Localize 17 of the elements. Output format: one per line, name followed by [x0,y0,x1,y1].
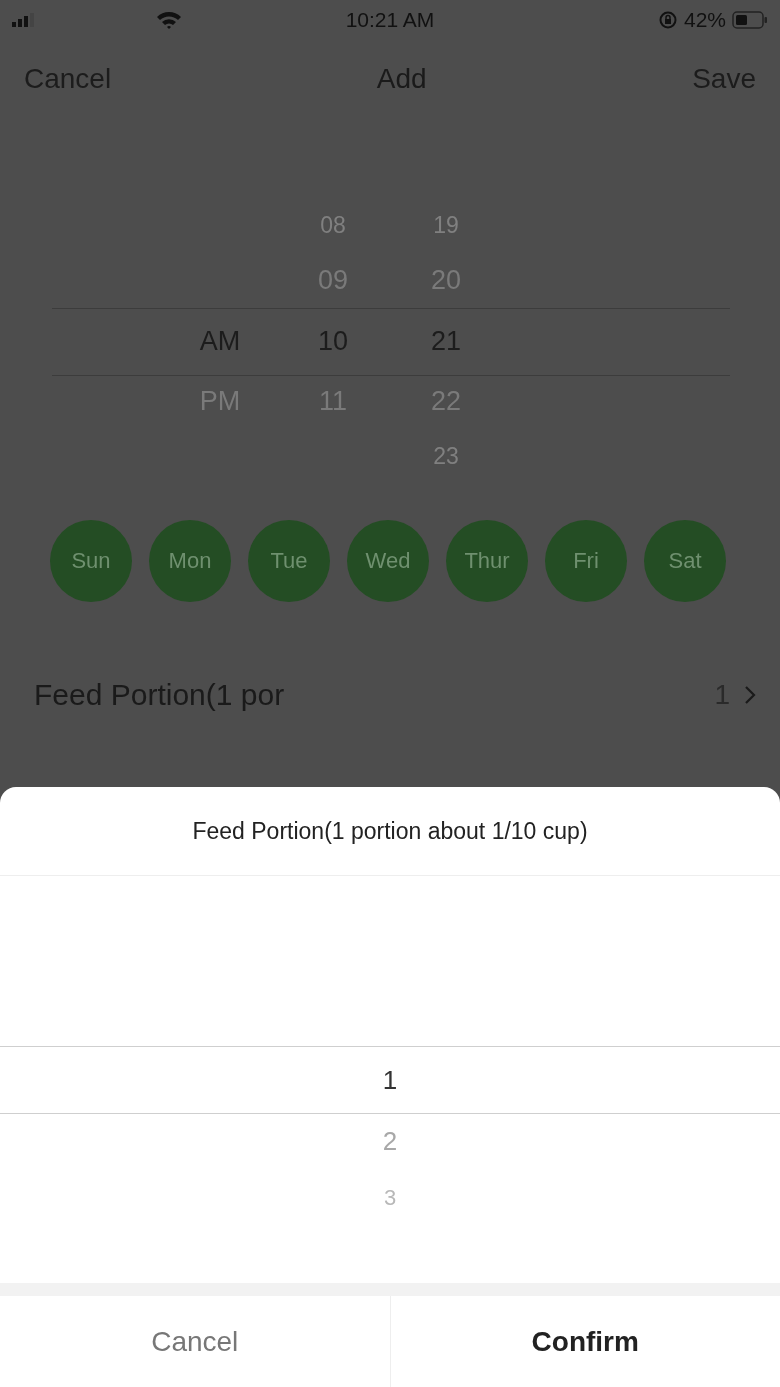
rotation-lock-icon [657,10,678,30]
day-toggle[interactable]: Mon [149,520,231,602]
sheet-title: Feed Portion(1 portion about 1/10 cup) [0,787,780,876]
wifi-icon [156,9,182,29]
day-toggle[interactable]: Wed [347,520,429,602]
day-toggle[interactable]: Tue [248,520,330,602]
status-time: 10:21 AM [345,8,435,32]
portion-option[interactable]: 3 [383,1185,397,1211]
battery-percentage: 42% [683,8,726,32]
day-toggle[interactable]: Sat [644,520,726,602]
portion-option[interactable]: 1 [382,1064,398,1096]
battery-icon [732,11,768,29]
day-toggle[interactable]: Sun [50,520,132,602]
day-toggle[interactable]: Thur [446,520,528,602]
chevron-right-icon [744,685,756,705]
day-toggle[interactable]: Fri [545,520,627,602]
portion-option[interactable]: 2 [382,1126,398,1157]
